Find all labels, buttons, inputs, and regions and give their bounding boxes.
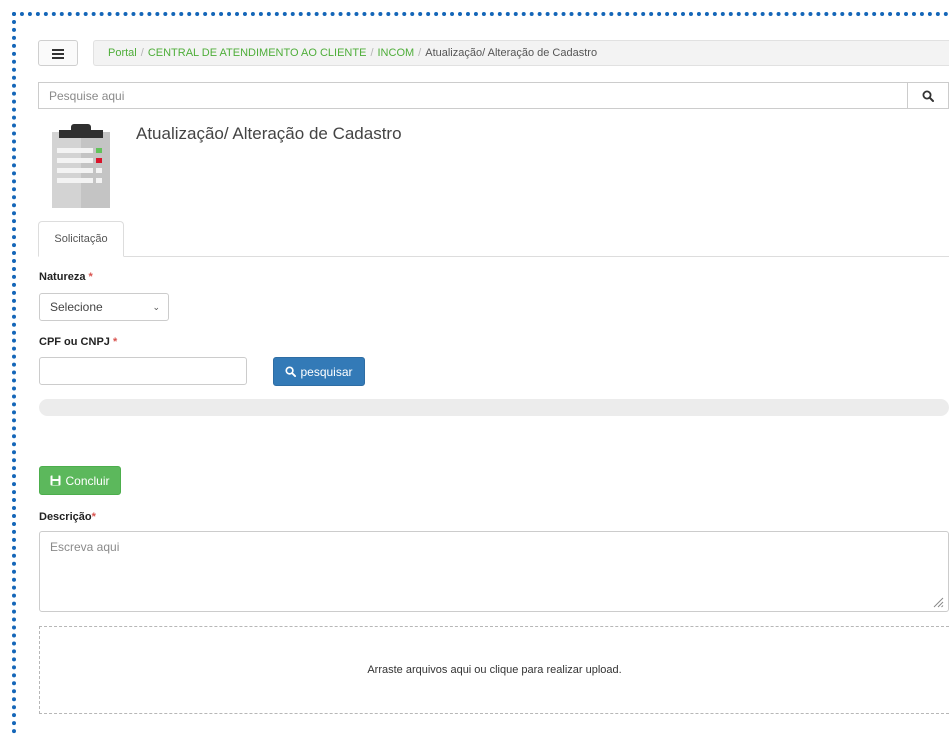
- resize-grip-icon[interactable]: [932, 596, 944, 608]
- breadcrumb-separator: /: [418, 47, 422, 59]
- chevron-down-icon: ⌄: [152, 302, 160, 312]
- progress-bar: [39, 399, 949, 416]
- concluir-button[interactable]: Concluir: [39, 466, 121, 495]
- tab-solicitacao[interactable]: Solicitação: [38, 221, 124, 257]
- save-icon: [50, 475, 61, 486]
- breadcrumb-link-central[interactable]: CENTRAL DE ATENDIMENTO AO CLIENTE: [148, 47, 367, 59]
- natureza-selected-value: Selecione: [50, 300, 103, 314]
- breadcrumb: Portal / CENTRAL DE ATENDIMENTO AO CLIENTE…: [93, 40, 949, 66]
- dotted-frame-top: [12, 12, 949, 16]
- search-button[interactable]: [907, 83, 948, 108]
- upload-dropzone[interactable]: Arraste arquivos aqui ou clique para rea…: [39, 626, 949, 714]
- breadcrumb-current: Atualização/ Alteração de Cadastro: [425, 47, 598, 59]
- breadcrumb-link-portal[interactable]: Portal: [108, 47, 137, 59]
- search-icon: [922, 90, 934, 102]
- cpf-label: CPF ou CNPJ *: [39, 336, 117, 348]
- pesquisar-button[interactable]: pesquisar: [273, 357, 365, 386]
- required-mark: *: [112, 336, 118, 348]
- required-mark: *: [91, 511, 96, 523]
- descricao-textarea[interactable]: [39, 531, 949, 612]
- search-input[interactable]: [39, 83, 907, 108]
- descricao-label-text: Descrição: [39, 511, 92, 523]
- concluir-button-label: Concluir: [65, 473, 110, 488]
- menu-toggle-button[interactable]: [38, 40, 78, 66]
- breadcrumb-separator: /: [370, 47, 374, 59]
- upload-dropzone-text: Arraste arquivos aqui ou clique para rea…: [367, 664, 622, 676]
- breadcrumb-separator: /: [140, 47, 144, 59]
- breadcrumb-link-incom[interactable]: INCOM: [378, 47, 415, 59]
- pesquisar-button-label: pesquisar: [300, 364, 353, 379]
- descricao-label: Descrição*: [39, 511, 96, 523]
- dotted-frame-left: [12, 12, 16, 734]
- required-mark: *: [88, 271, 93, 283]
- natureza-label: Natureza *: [39, 271, 93, 283]
- cpf-cnpj-input[interactable]: [39, 357, 247, 385]
- search-icon: [285, 366, 297, 377]
- cpf-label-text: CPF ou CNPJ: [39, 336, 110, 348]
- search-bar: [38, 82, 949, 109]
- clipboard-icon: [52, 124, 110, 208]
- natureza-label-text: Natureza: [39, 271, 86, 283]
- tab-divider: [38, 256, 949, 257]
- hamburger-icon: [52, 48, 64, 59]
- page-title: Atualização/ Alteração de Cadastro: [136, 124, 402, 143]
- natureza-select[interactable]: Selecione ⌄: [39, 293, 169, 321]
